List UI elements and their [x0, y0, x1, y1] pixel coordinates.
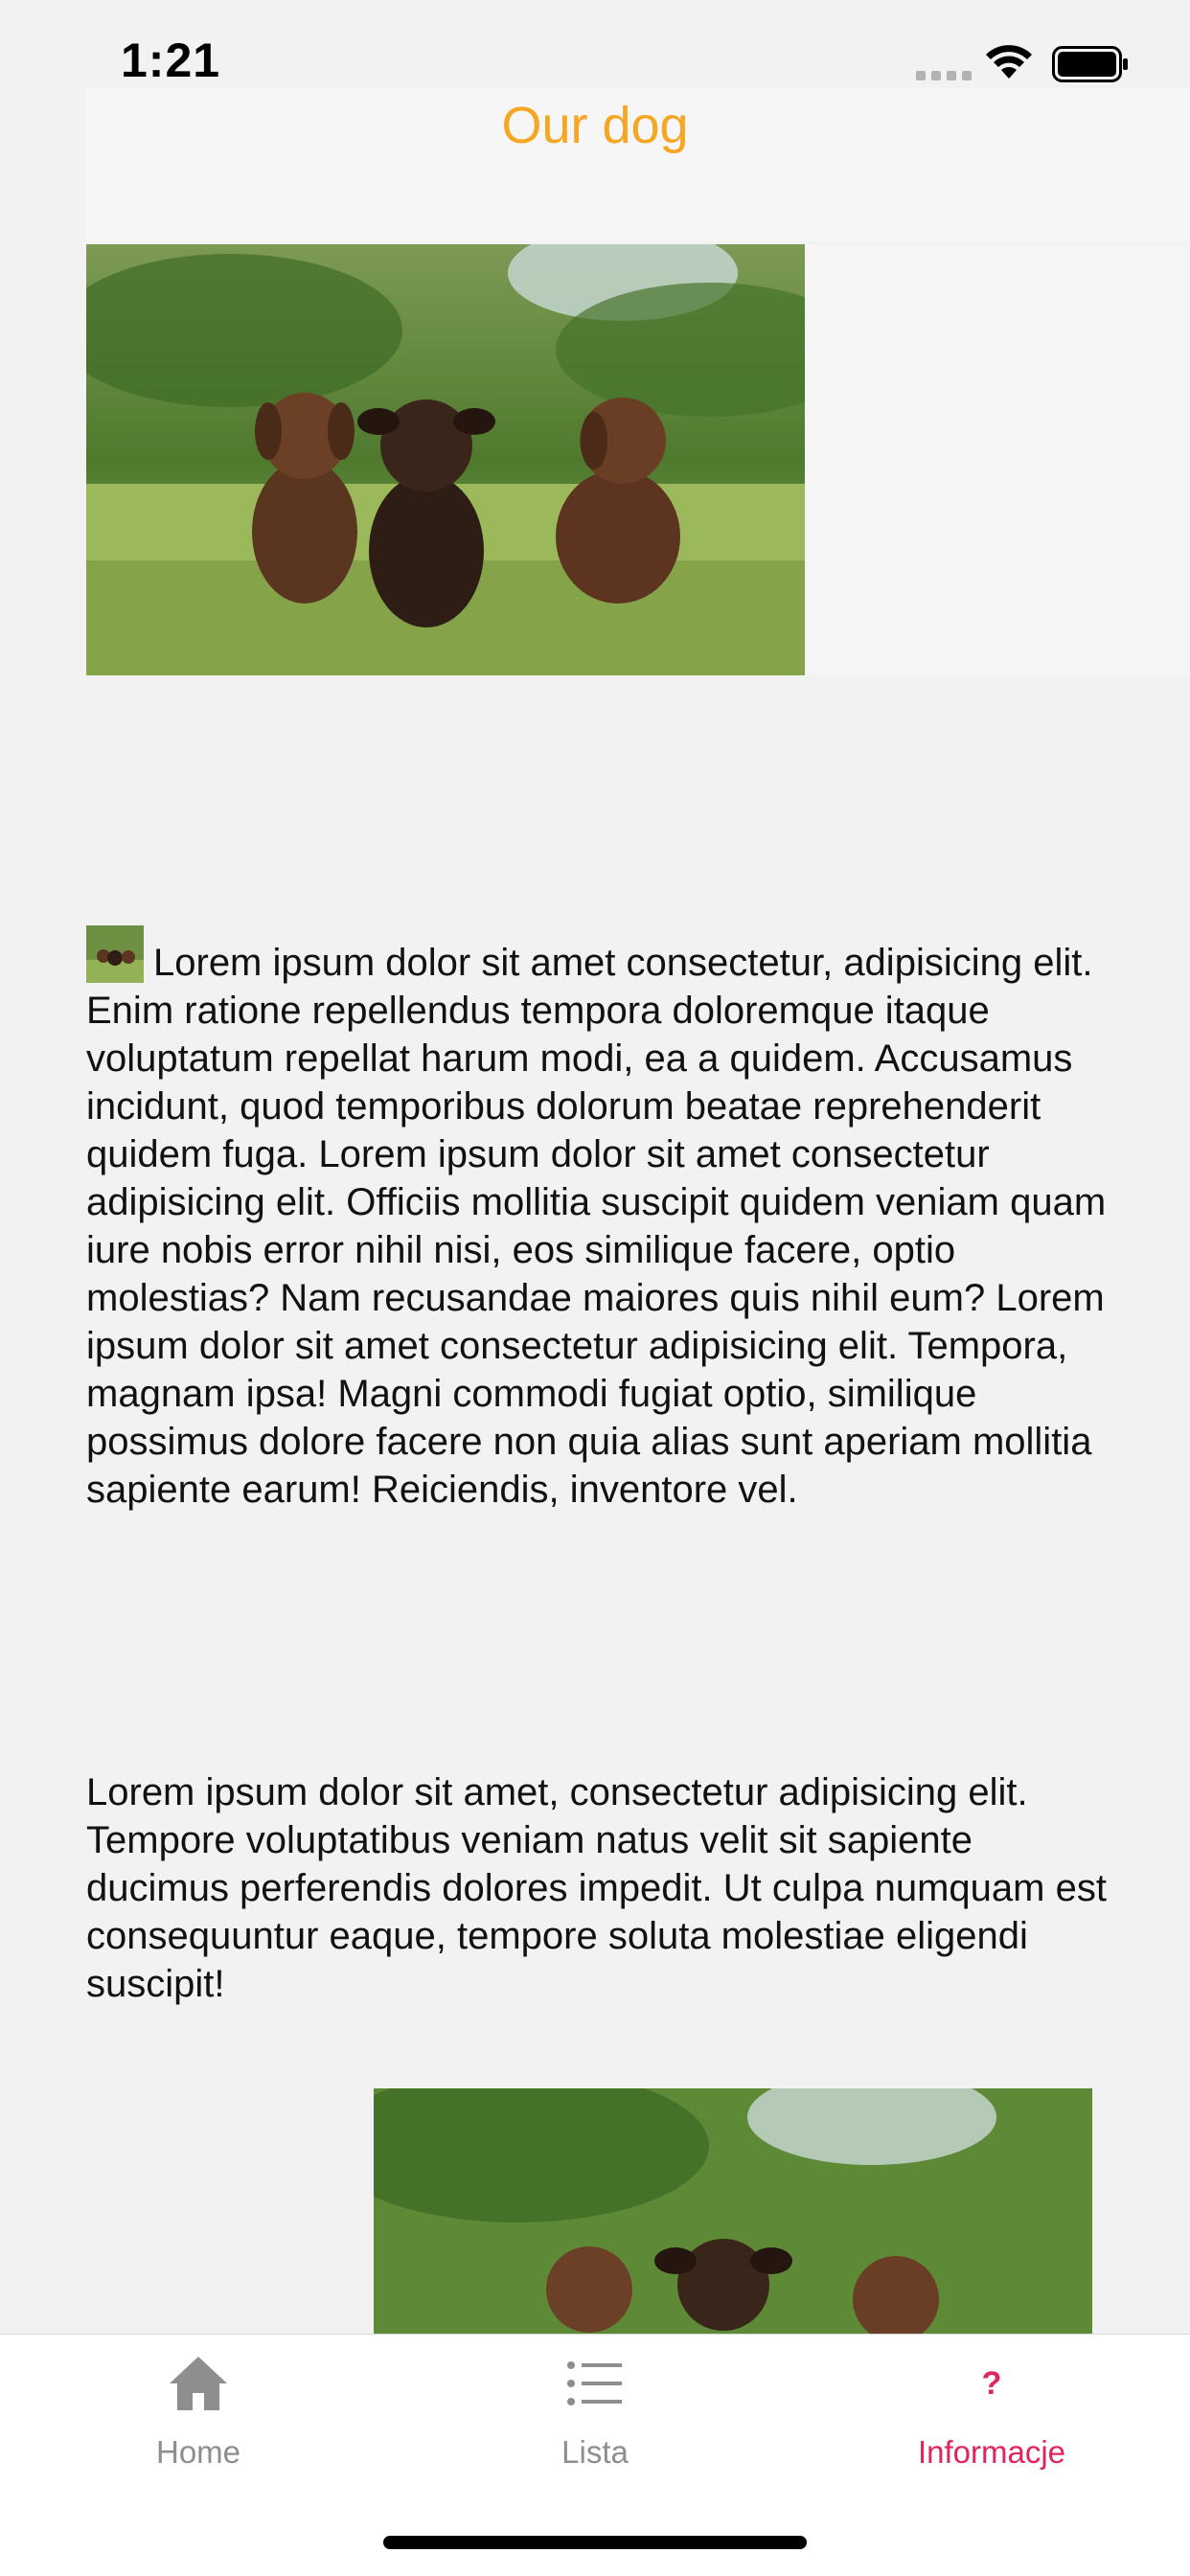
dog-photo — [86, 244, 805, 675]
paragraph-1-text: Lorem ipsum dolor sit amet consectetur, … — [86, 942, 1107, 1511]
tab-informacje-label: Informacje — [917, 2434, 1066, 2470]
home-indicator[interactable] — [383, 2536, 807, 2549]
paragraph-2: Lorem ipsum dolor sit amet, consectetur … — [86, 1771, 1107, 2005]
tab-home-label: Home — [155, 2434, 241, 2470]
status-bar: 1:21 — [0, 0, 1190, 88]
status-time: 1:21 — [121, 34, 221, 87]
home-icon — [0, 2352, 397, 2415]
tab-home[interactable]: Home — [0, 2335, 397, 2478]
list-icon — [397, 2352, 793, 2415]
dog-thumbnail — [86, 925, 144, 983]
tab-informacje[interactable]: ? Informacje — [793, 2335, 1190, 2478]
tab-lista[interactable]: Lista — [397, 2335, 793, 2478]
page-title: Our dog — [501, 97, 689, 154]
question-icon: ? — [981, 2364, 1002, 2402]
dog-photo-2 — [374, 2088, 1092, 2334]
wifi-icon — [986, 45, 1032, 79]
cellular-signal-icon — [916, 71, 972, 80]
tab-lista-label: Lista — [561, 2434, 629, 2470]
battery-icon — [1052, 46, 1128, 82]
paragraph-1: Lorem ipsum dolor sit amet consectetur, … — [86, 925, 1111, 1514]
